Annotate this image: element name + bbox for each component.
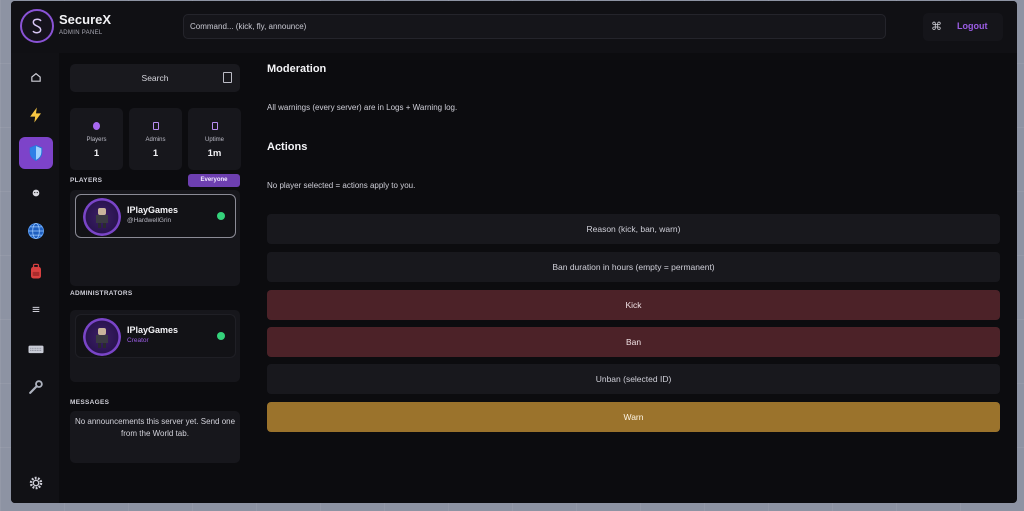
ban-button[interactable]: Ban: [267, 327, 1000, 357]
stat-value: 1: [152, 148, 159, 159]
warn-button[interactable]: Warn: [267, 402, 1000, 432]
admin-role: Creator: [127, 337, 149, 344]
stat-admins: Admins 1: [129, 108, 182, 170]
sidebar-item-home[interactable]: [19, 61, 53, 93]
online-status-indicator: [217, 332, 225, 340]
home-icon: [31, 72, 41, 82]
dot-icon: [93, 122, 100, 130]
player-name: IPlayGames: [127, 205, 179, 215]
tablet-icon: [152, 122, 159, 130]
players-title: PLAYERS: [70, 177, 103, 184]
gear-icon: [29, 476, 43, 490]
tablet-icon: [211, 122, 218, 130]
stat-value: 1: [93, 148, 100, 159]
player-handle: @HardwellGrin: [127, 217, 172, 224]
search-toggle-icon[interactable]: [223, 72, 232, 83]
globe-icon: [28, 223, 44, 239]
online-status-indicator: [217, 212, 225, 220]
avatar: [83, 318, 121, 356]
avatar-figure-icon: [96, 208, 108, 228]
command-icon[interactable]: ⌘: [931, 20, 942, 33]
unban-button[interactable]: Unban (selected ID): [267, 364, 1000, 394]
top-right-actions: ⌘ Logout: [923, 13, 1003, 41]
sidebar-item-world[interactable]: [19, 215, 53, 247]
avatar-figure-icon: [96, 328, 108, 348]
sidebar-item-settings[interactable]: [19, 467, 53, 499]
brand: SecureX ADMIN PANEL: [59, 12, 111, 36]
shield-icon: [29, 144, 43, 162]
sidebar-item-tools[interactable]: [19, 371, 53, 403]
stat-players: Players 1: [70, 108, 123, 170]
actions-note: No player selected = actions apply to yo…: [267, 181, 416, 190]
sidebar-rail: [11, 53, 59, 503]
stat-uptime: Uptime 1m: [188, 108, 241, 170]
actions-title: Actions: [267, 141, 308, 153]
ban-duration-input[interactable]: Ban duration in hours (empty = permanent…: [267, 252, 1000, 282]
sidebar-item-list[interactable]: [19, 293, 53, 325]
logo: [20, 9, 54, 43]
logout-button[interactable]: Logout: [957, 21, 988, 31]
sidebar-item-face[interactable]: [19, 177, 53, 209]
search-box[interactable]: Search: [70, 64, 240, 92]
messages-box: No announcements this server yet. Send o…: [70, 411, 240, 463]
admin-panel: SecureX ADMIN PANEL ⌘ Logout: [11, 1, 1017, 503]
admin-name: IPlayGames: [127, 325, 179, 335]
moderation-title: Moderation: [267, 63, 327, 75]
backpack-icon: [31, 263, 41, 279]
list-icon: [32, 306, 40, 312]
command-input[interactable]: [190, 22, 879, 31]
top-bar: SecureX ADMIN PANEL ⌘ Logout: [11, 1, 1017, 53]
players-filter-badge[interactable]: Everyone: [188, 174, 240, 187]
lightning-icon: [30, 107, 41, 123]
player-card[interactable]: IPlayGames @HardwellGrin: [75, 194, 236, 238]
face-icon: [32, 189, 40, 197]
sidebar-item-backpack[interactable]: [19, 255, 53, 287]
stat-label: Admins: [145, 137, 166, 143]
app-name: SecureX: [59, 12, 112, 27]
sidebar-item-lightning[interactable]: [19, 99, 53, 131]
wrench-icon: [29, 380, 43, 394]
logo-s-icon: [32, 18, 42, 34]
sidebar-item-security[interactable]: [19, 137, 53, 169]
stat-label: Players: [86, 137, 107, 143]
command-bar[interactable]: [183, 14, 886, 39]
keyboard-icon: [28, 345, 44, 354]
administrators-title: ADMINISTRATORS: [70, 290, 133, 297]
reason-input[interactable]: Reason (kick, ban, warn): [267, 214, 1000, 244]
messages-title: MESSAGES: [70, 399, 110, 406]
app-subtitle: ADMIN PANEL: [59, 30, 103, 36]
admin-card[interactable]: IPlayGames Creator: [75, 314, 236, 358]
search-label: Search: [141, 73, 169, 83]
stat-value: 1m: [207, 148, 222, 159]
moderation-note: All warnings (every server) are in Logs …: [267, 103, 458, 112]
sidebar-item-keyboard[interactable]: [19, 333, 53, 365]
stat-label: Uptime: [204, 137, 224, 143]
avatar: [83, 198, 121, 236]
kick-button[interactable]: Kick: [267, 290, 1000, 320]
